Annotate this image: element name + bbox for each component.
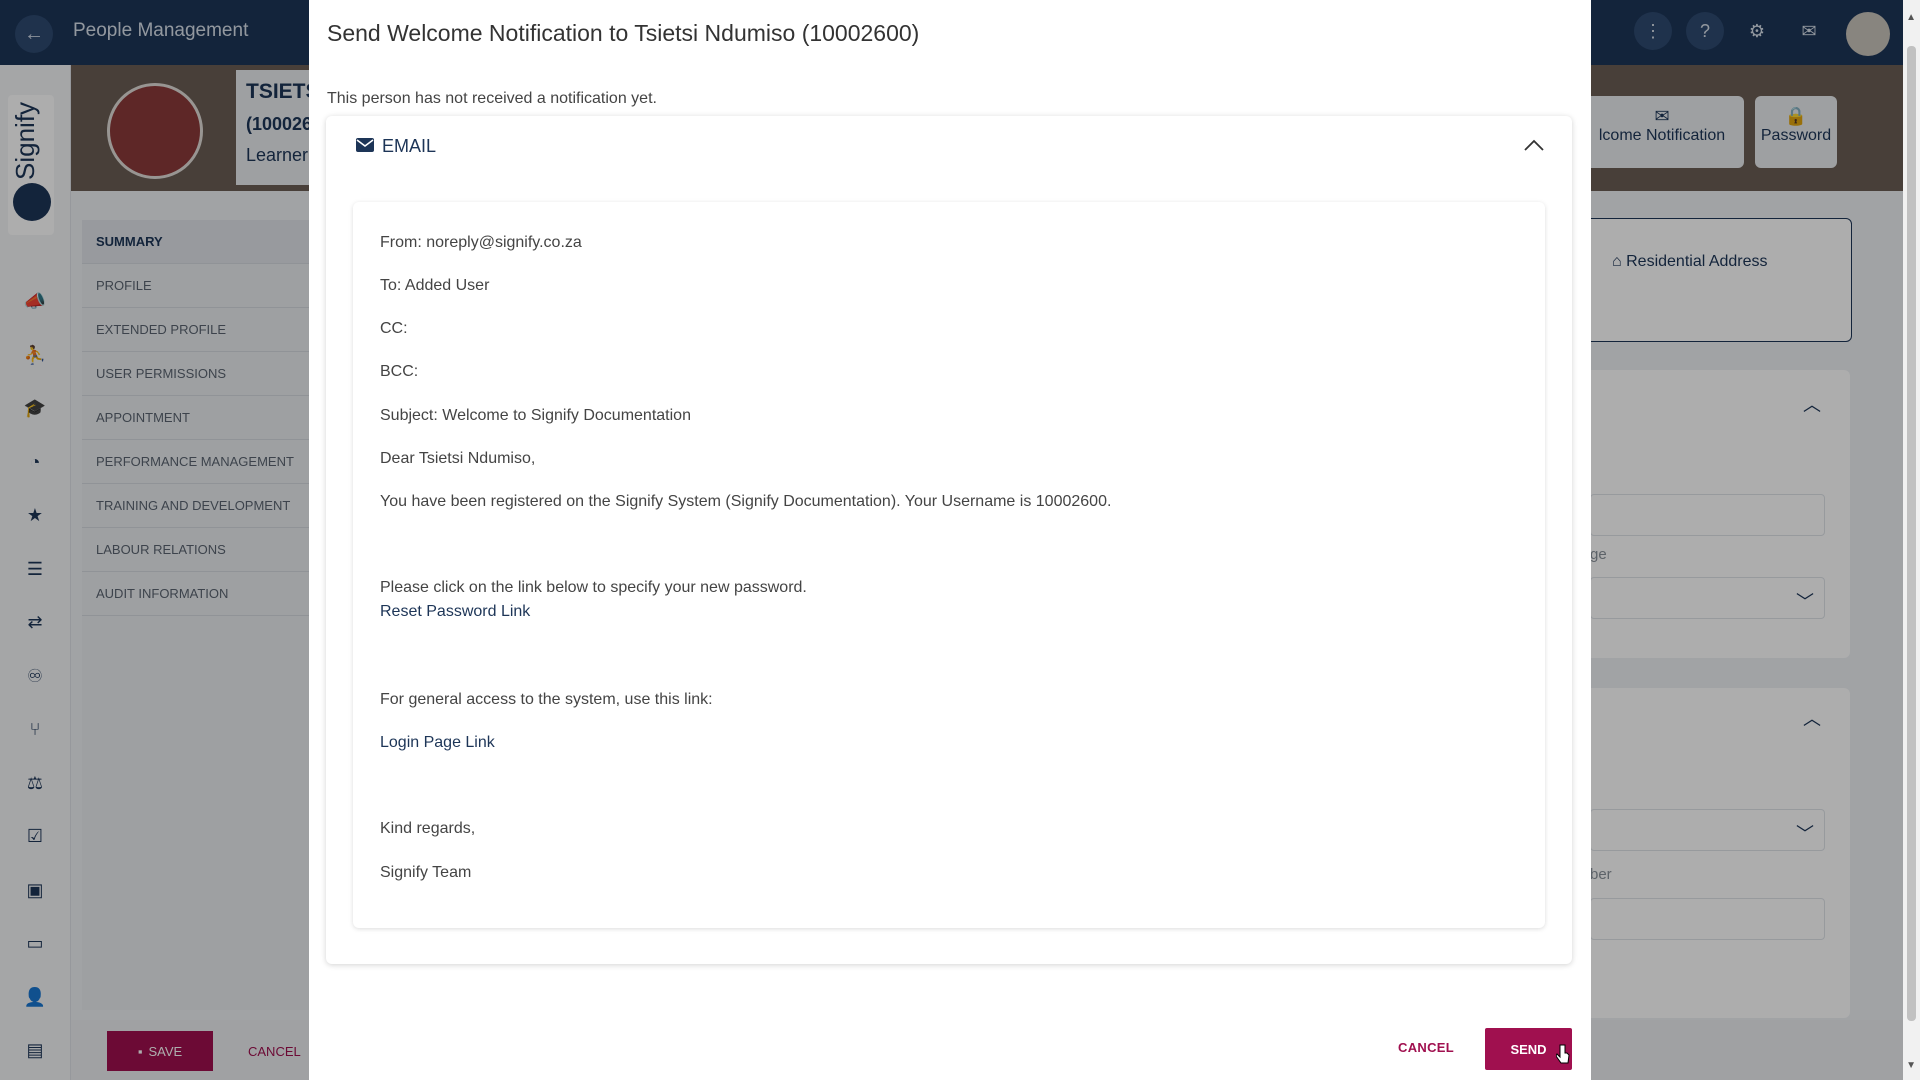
- email-panel: EMAIL From: noreply@signify.co.za To: Ad…: [326, 116, 1572, 964]
- email-preview: From: noreply@signify.co.za To: Added Us…: [353, 202, 1545, 928]
- email-panel-header[interactable]: EMAIL: [326, 116, 1572, 176]
- dialog-title: Send Welcome Notification to Tsietsi Ndu…: [327, 20, 920, 46]
- scroll-thumb[interactable]: [1907, 46, 1916, 1021]
- notification-status-text: This person has not received a notificat…: [327, 90, 657, 107]
- page-scrollbar[interactable]: ▲ ▼: [1903, 0, 1920, 1080]
- email-general-access: For general access to the system, use th…: [380, 691, 713, 708]
- email-click-prompt: Please click on the link below to specif…: [380, 579, 807, 596]
- email-signature: Signify Team: [380, 864, 472, 881]
- mouse-pointer-icon: [1556, 1044, 1570, 1064]
- email-registered-text: You have been registered on the Signify …: [380, 493, 1112, 510]
- email-regards: Kind regards,: [380, 820, 476, 837]
- email-section-label: EMAIL: [382, 136, 437, 156]
- welcome-notification-dialog: Send Welcome Notification to Tsietsi Ndu…: [309, 0, 1591, 1080]
- reset-password-link[interactable]: Reset Password Link: [380, 603, 530, 621]
- email-from: From: noreply@signify.co.za: [380, 234, 582, 251]
- envelope-icon: [356, 138, 374, 152]
- email-greeting: Dear Tsietsi Ndumiso,: [380, 450, 536, 467]
- scroll-down-arrow-icon[interactable]: ▼: [1906, 1060, 1916, 1071]
- login-page-link[interactable]: Login Page Link: [380, 734, 495, 752]
- cancel-button[interactable]: CANCEL: [1398, 1040, 1454, 1055]
- email-bcc: BCC:: [380, 363, 419, 380]
- email-to: To: Added User: [380, 277, 490, 294]
- scroll-up-arrow-icon[interactable]: ▲: [1906, 12, 1916, 23]
- email-subject: Subject: Welcome to Signify Documentatio…: [380, 407, 691, 424]
- email-cc: CC:: [380, 320, 408, 337]
- chevron-up-icon[interactable]: [1522, 134, 1546, 158]
